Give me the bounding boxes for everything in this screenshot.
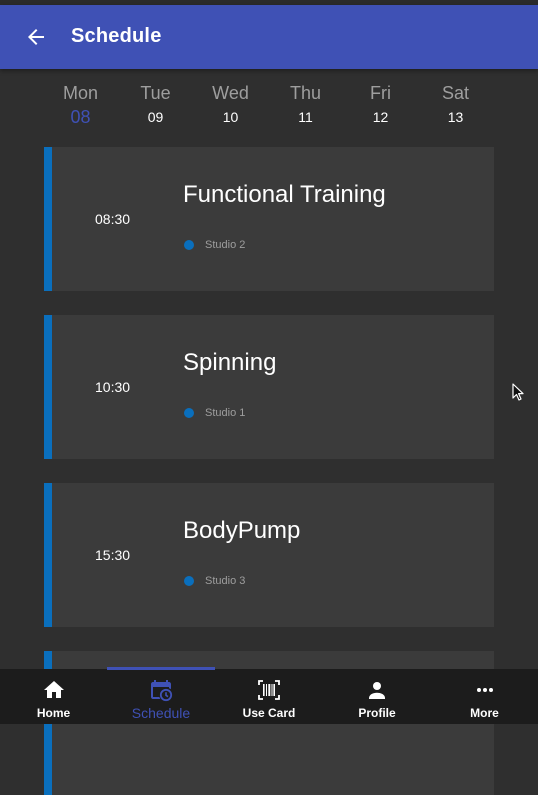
day-thu[interactable]: Thu 11 (268, 80, 343, 132)
day-fri[interactable]: Fri 12 (343, 80, 418, 132)
day-mon[interactable]: Mon 08 (43, 80, 118, 132)
page-title: Schedule (71, 25, 162, 47)
day-name: Thu (289, 83, 322, 103)
class-location: Studio 1 (184, 406, 245, 420)
day-number: 09 (147, 109, 164, 125)
back-button[interactable] (16, 17, 56, 57)
arrow-back-icon (28, 29, 44, 45)
location-dot-icon (184, 240, 194, 250)
location-dot-icon (184, 576, 194, 586)
day-name: Mon (62, 83, 98, 103)
day-number: 08 (70, 107, 91, 127)
day-number: 10 (222, 109, 239, 125)
class-time: 08:30 (95, 211, 131, 227)
nav-label: Use Card (242, 706, 296, 720)
class-time: 10:30 (95, 379, 131, 395)
nav-schedule[interactable]: Schedule (107, 669, 215, 724)
class-card[interactable]: 15:30 BodyPump Studio 3 (44, 483, 494, 627)
nav-use-card[interactable]: Use Card (215, 669, 323, 724)
day-name: Sat (441, 83, 470, 103)
person-icon (369, 682, 385, 699)
calendar-icon (151, 680, 173, 702)
day-selector: Mon 08 Tue 09 Wed 10 Thu 11 Fri 12 Sat 1… (43, 80, 493, 132)
day-number: 11 (298, 109, 313, 125)
barcode-icon (258, 680, 280, 700)
class-title: Functional Training (183, 181, 386, 208)
class-title: BodyPump (183, 517, 301, 544)
home-icon (43, 681, 64, 698)
class-location: Studio 2 (184, 238, 245, 252)
card-accent-bar (44, 483, 52, 627)
location-label: Studio 3 (205, 575, 246, 587)
day-wed[interactable]: Wed 10 (193, 80, 268, 132)
nav-label: Profile (358, 706, 396, 720)
nav-more[interactable]: More (431, 669, 538, 724)
nav-profile[interactable]: Profile (323, 669, 431, 724)
day-sat[interactable]: Sat 13 (418, 80, 493, 132)
class-card[interactable]: 10:30 Spinning Studio 1 (44, 315, 494, 459)
day-name: Tue (140, 83, 171, 103)
mouse-cursor-icon (512, 383, 524, 401)
active-tab-indicator (107, 667, 215, 670)
bottom-navigation: Home Schedule Use Card Profile More (0, 669, 538, 724)
day-name: Fri (370, 83, 391, 103)
nav-label: Schedule (131, 705, 191, 721)
class-time: 15:30 (95, 547, 131, 563)
class-card[interactable]: 08:30 Functional Training Studio 2 (44, 147, 494, 291)
class-title: Spinning (183, 349, 277, 376)
more-horiz-icon (476, 688, 493, 692)
day-tue[interactable]: Tue 09 (118, 80, 193, 132)
nav-label: Home (36, 706, 71, 720)
nav-home[interactable]: Home (0, 669, 107, 724)
card-accent-bar (44, 147, 52, 291)
class-location: Studio 3 (184, 574, 245, 588)
day-name: Wed (212, 83, 249, 103)
app-bar: Schedule (0, 5, 538, 69)
nav-label: More (470, 706, 499, 720)
location-dot-icon (184, 408, 194, 418)
location-label: Studio 2 (205, 239, 246, 251)
day-number: 12 (372, 109, 389, 125)
location-label: Studio 1 (205, 407, 246, 419)
card-accent-bar (44, 315, 52, 459)
day-number: 13 (447, 109, 464, 125)
